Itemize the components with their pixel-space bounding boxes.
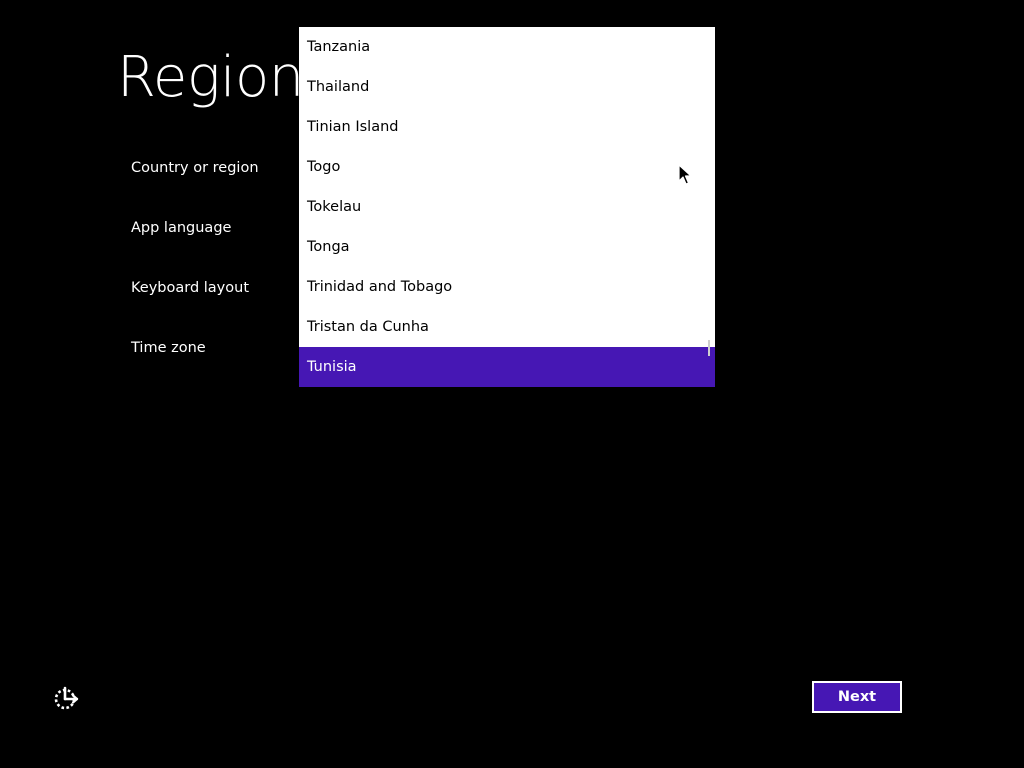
country-or-region-label: Country or region xyxy=(131,160,259,176)
dropdown-option-tanzania[interactable]: Tanzania xyxy=(299,27,715,67)
dropdown-option-tonga[interactable]: Tonga xyxy=(299,227,715,267)
app-language-label: App language xyxy=(131,220,232,236)
dropdown-option-thailand[interactable]: Thailand xyxy=(299,67,715,107)
dropdown-option-trinidad-and-tobago[interactable]: Trinidad and Tobago xyxy=(299,267,715,307)
keyboard-layout-label: Keyboard layout xyxy=(131,280,250,296)
dropdown-option-tunisia-selected[interactable]: Tunisia xyxy=(299,347,715,387)
dropdown-option-togo[interactable]: Togo xyxy=(299,147,715,187)
dropdown-option-tokelau[interactable]: Tokelau xyxy=(299,187,715,227)
mouse-pointer-icon xyxy=(678,164,692,185)
dropdown-option-tristan-da-cunha[interactable]: Tristan da Cunha xyxy=(299,307,715,347)
time-zone-label: Time zone xyxy=(131,340,206,356)
next-button[interactable]: Next xyxy=(812,681,902,713)
page-title: Region xyxy=(117,45,304,110)
dropdown-option-tinian-island[interactable]: Tinian Island xyxy=(299,107,715,147)
region-setup-screen: Region Country or region App language Ke… xyxy=(0,0,1024,768)
dropdown-scrollbar-thumb[interactable] xyxy=(708,340,710,356)
ease-of-access-icon[interactable] xyxy=(52,684,80,712)
country-dropdown-list[interactable]: Tanzania Thailand Tinian Island Togo Tok… xyxy=(299,27,715,387)
